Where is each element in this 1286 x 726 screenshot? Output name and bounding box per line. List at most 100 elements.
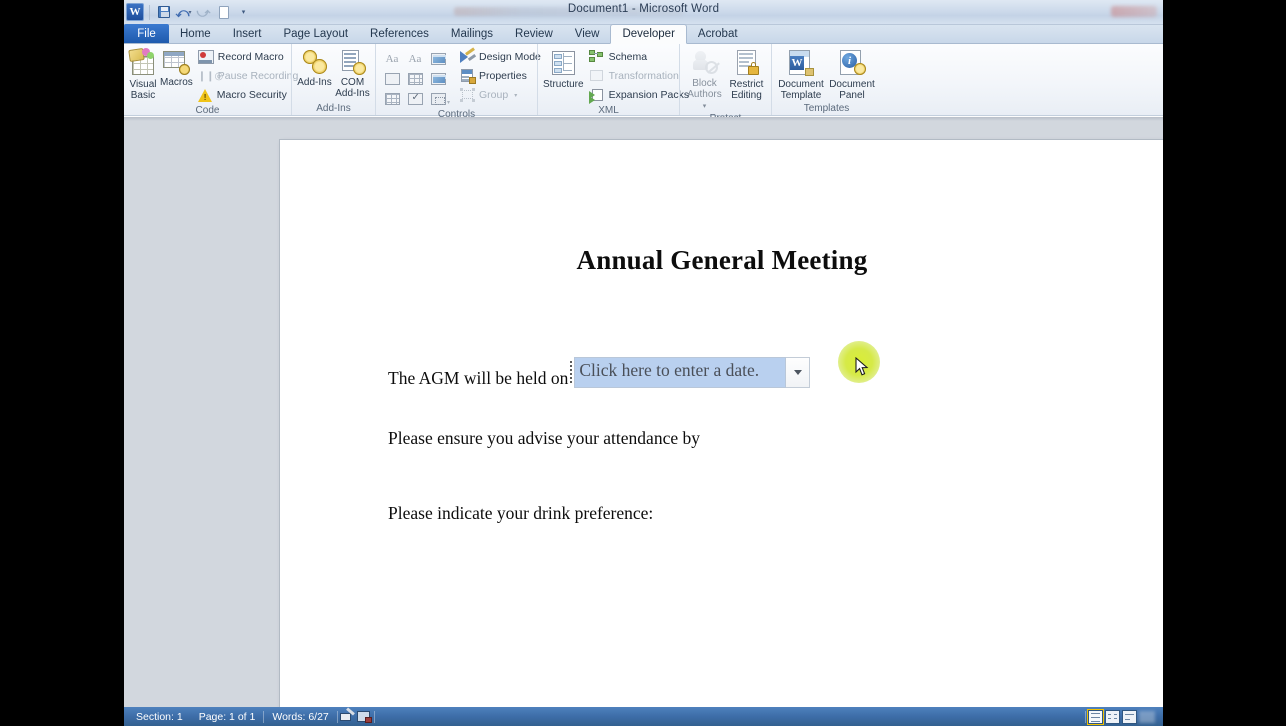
macros-button[interactable]: Macros bbox=[160, 47, 193, 88]
date-picker-content-control-icon[interactable] bbox=[381, 89, 403, 108]
tab-references[interactable]: References bbox=[359, 24, 440, 43]
pause-recording-icon: ❙❙◎ bbox=[197, 70, 224, 82]
document-template-icon: W bbox=[786, 49, 816, 77]
content-control-tag-handle[interactable] bbox=[569, 357, 575, 388]
full-screen-reading-view-button[interactable] bbox=[1105, 709, 1120, 724]
document-panel-label-1: Document bbox=[829, 79, 875, 90]
properties-icon bbox=[460, 69, 476, 84]
restrict-editing-label-2: Editing bbox=[731, 90, 762, 101]
paragraph-drink-preference: Please indicate your drink preference: bbox=[388, 503, 654, 523]
combo-box-content-control-icon[interactable] bbox=[404, 69, 426, 88]
ribbon-group-add-ins: Add-Ins COM Add-Ins Add-Ins bbox=[291, 44, 375, 115]
visual-basic-label-1: Visual bbox=[129, 79, 157, 90]
legacy-tools-icon[interactable]: ▾ bbox=[427, 89, 450, 108]
com-add-ins-button[interactable]: COM Add-Ins bbox=[335, 47, 370, 99]
add-ins-icon bbox=[302, 49, 328, 75]
add-ins-button[interactable]: Add-Ins bbox=[297, 47, 332, 88]
add-ins-label: Add-Ins bbox=[297, 77, 332, 88]
workspace-top-shadow bbox=[124, 117, 1163, 121]
record-macro-label: Record Macro bbox=[217, 51, 284, 63]
expansion-packs-button[interactable]: Expansion Packs bbox=[587, 86, 694, 104]
tab-review[interactable]: Review bbox=[504, 24, 564, 43]
visual-basic-button[interactable]: Visual Basic bbox=[128, 47, 157, 101]
tab-page-layout[interactable]: Page Layout bbox=[272, 24, 359, 43]
ribbon-group-xml: Structure Schema Transformation Expansio… bbox=[537, 44, 689, 116]
macro-security-button[interactable]: Macro Security bbox=[196, 86, 303, 104]
transformation-button: Transformation bbox=[587, 67, 694, 85]
record-macro-icon bbox=[197, 50, 214, 64]
tab-view[interactable]: View bbox=[564, 24, 611, 43]
group-label-xml: XML bbox=[598, 105, 619, 116]
print-layout-view-button[interactable] bbox=[1087, 708, 1104, 725]
tab-developer[interactable]: Developer bbox=[610, 24, 687, 44]
agm-prefix-text: The AGM will be held on bbox=[388, 368, 569, 388]
design-mode-label: Design Mode bbox=[479, 51, 541, 63]
expansion-packs-icon bbox=[588, 88, 605, 104]
group-icon bbox=[460, 88, 475, 102]
ribbon-group-templates: W Document Template i Document Panel Tem… bbox=[771, 44, 881, 115]
transformation-icon bbox=[589, 69, 605, 83]
restrict-editing-button[interactable]: Restrict Editing bbox=[727, 47, 766, 101]
tab-file[interactable]: File bbox=[124, 24, 169, 43]
status-page[interactable]: Page: 1 of 1 bbox=[191, 711, 264, 723]
letterbox-right bbox=[1163, 0, 1286, 726]
tab-acrobat[interactable]: Acrobat bbox=[687, 24, 749, 43]
ribbon-group-code: Visual Basic Macros Record Macro ❙❙◎ Pau… bbox=[124, 44, 298, 116]
building-block-gallery-icon[interactable] bbox=[381, 69, 403, 88]
design-mode-icon bbox=[460, 47, 477, 64]
status-word-count[interactable]: Words: 6/27 bbox=[264, 711, 336, 723]
date-picker-placeholder-text[interactable]: Click here to enter a date. bbox=[574, 357, 787, 388]
design-mode-button[interactable]: Design Mode bbox=[458, 47, 545, 66]
ribbon-group-controls: Aa Aa ▾ Design Mode bbox=[375, 44, 541, 120]
pause-recording-label: Pause Recording bbox=[217, 70, 299, 82]
check-box-content-control-icon[interactable] bbox=[404, 89, 426, 108]
macro-security-icon bbox=[197, 88, 213, 102]
title-bar: W ⤺ ▾ ⤻ ▾ Document1 - Microsoft Word bbox=[124, 0, 1163, 25]
record-macro-button[interactable]: Record Macro bbox=[196, 48, 303, 66]
document-heading: Annual General Meeting bbox=[576, 245, 868, 275]
drop-down-list-content-control-icon[interactable] bbox=[427, 69, 449, 88]
document-panel-button[interactable]: i Document Panel bbox=[828, 47, 876, 101]
tab-home[interactable]: Home bbox=[169, 24, 222, 43]
status-section[interactable]: Section: 1 bbox=[128, 711, 191, 723]
ribbon-tab-strip: File Home Insert Page Layout References … bbox=[124, 24, 1163, 44]
tab-insert[interactable]: Insert bbox=[222, 24, 273, 43]
statusbar-blur-artifact bbox=[1139, 710, 1155, 723]
block-authors-button: Block Authors ▾ bbox=[685, 47, 724, 112]
macro-security-label: Macro Security bbox=[216, 89, 287, 101]
com-add-ins-label-2: Add-Ins bbox=[335, 88, 370, 99]
web-layout-view-button[interactable] bbox=[1122, 709, 1137, 724]
language-icon[interactable] bbox=[356, 709, 374, 724]
xml-small-buttons: Schema Transformation Expansion Packs bbox=[587, 47, 694, 104]
properties-label: Properties bbox=[479, 70, 527, 82]
properties-button[interactable]: Properties bbox=[458, 67, 545, 85]
plain-text-content-control-icon[interactable]: Aa bbox=[404, 49, 426, 68]
word-application-window: W ⤺ ▾ ⤻ ▾ Document1 - Microsoft Word File… bbox=[124, 0, 1163, 726]
xml-structure-button[interactable]: Structure bbox=[543, 47, 584, 90]
block-authors-icon bbox=[691, 49, 719, 76]
document-template-button[interactable]: W Document Template bbox=[777, 47, 825, 101]
picture-content-control-icon[interactable] bbox=[427, 49, 449, 68]
proofing-errors-icon[interactable] bbox=[338, 706, 356, 724]
paragraph-attendance: Please ensure you advise your attendance… bbox=[388, 428, 700, 448]
restrict-editing-icon bbox=[733, 49, 761, 77]
date-picker-dropdown-button[interactable] bbox=[786, 357, 811, 388]
code-small-buttons: Record Macro ❙❙◎ Pause Recording Macro S… bbox=[196, 47, 303, 104]
document-panel-label-2: Panel bbox=[839, 90, 865, 101]
xml-structure-label: Structure bbox=[543, 79, 584, 90]
date-picker-content-control[interactable]: Click here to enter a date. bbox=[569, 357, 811, 388]
group-label-code: Code bbox=[195, 105, 220, 116]
titlebar-blur-artifact-right bbox=[1111, 6, 1157, 17]
xml-structure-icon bbox=[549, 49, 578, 77]
schema-icon bbox=[588, 50, 605, 64]
document-body[interactable]: Annual General Meeting The AGM will be h… bbox=[280, 140, 1163, 707]
tab-mailings[interactable]: Mailings bbox=[440, 24, 504, 43]
window-title: Document1 - Microsoft Word bbox=[567, 3, 720, 15]
document-workspace[interactable]: Annual General Meeting The AGM will be h… bbox=[124, 117, 1163, 707]
com-add-ins-label-1: COM bbox=[340, 77, 365, 88]
rich-text-content-control-icon[interactable]: Aa bbox=[381, 49, 403, 68]
block-authors-label-2: Authors ▾ bbox=[687, 89, 722, 110]
schema-button[interactable]: Schema bbox=[587, 48, 694, 66]
chevron-down-icon bbox=[793, 370, 802, 375]
document-page[interactable]: Annual General Meeting The AGM will be h… bbox=[280, 140, 1163, 707]
